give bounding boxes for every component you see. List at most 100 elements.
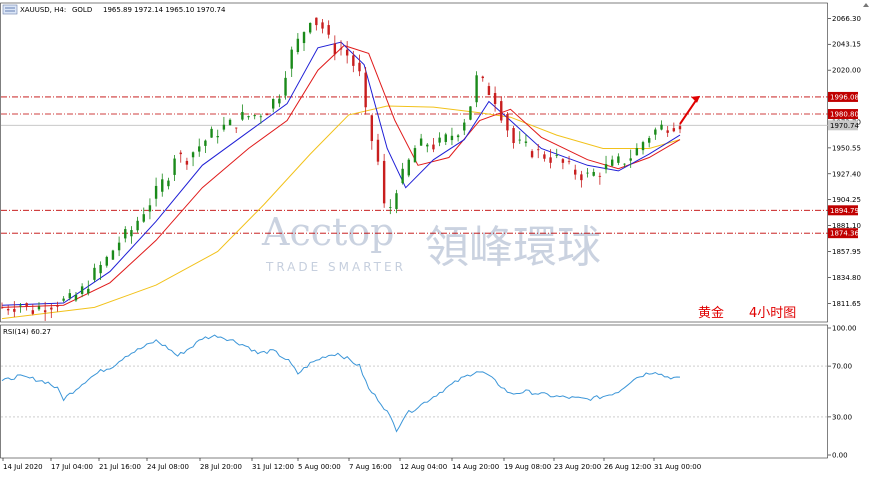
- candle-body: [432, 144, 435, 150]
- price-panel: [0, 2, 828, 323]
- candle-body: [364, 72, 367, 108]
- candle-body: [31, 310, 35, 314]
- candle-body: [68, 293, 71, 299]
- level-price-label: 1996.08: [830, 93, 859, 101]
- candle-body: [506, 114, 509, 131]
- candle-body: [308, 22, 312, 33]
- caption-period: 4小时图: [749, 306, 796, 321]
- candle-body: [401, 168, 404, 184]
- candle-body: [352, 55, 355, 66]
- candle-body: [537, 149, 540, 151]
- candle-body: [530, 151, 534, 158]
- time-tick-label: 14 Aug 20:00: [452, 463, 499, 471]
- time-tick-label: 21 Jul 16:00: [99, 463, 141, 471]
- candle-body: [678, 126, 682, 130]
- candle-body: [419, 138, 423, 146]
- candle-body: [333, 43, 337, 55]
- candle-body: [376, 139, 380, 162]
- candle-body: [6, 309, 10, 311]
- candle-body: [272, 98, 275, 109]
- chart-area: Acctop TRADE SMARTER 領峰環球 2066.30 2043.15…: [0, 2, 869, 471]
- candle-body: [198, 146, 201, 152]
- candle-body: [253, 115, 256, 117]
- candle-body: [302, 32, 306, 44]
- candle-body: [647, 138, 651, 143]
- price-tick-label: 2066.30: [832, 15, 861, 23]
- candle-body: [456, 135, 460, 138]
- time-axis: 14 Jul 2020 17 Jul 04:00 21 Jul 16:00 24 Ju…: [2, 458, 701, 471]
- candle-body: [623, 163, 626, 165]
- time-tick-label: 12 Aug 04:00: [400, 463, 447, 471]
- candle-body: [50, 307, 53, 310]
- candle-body: [672, 128, 676, 132]
- candle-body: [549, 157, 552, 163]
- candle-body: [438, 137, 441, 143]
- candle-body: [142, 214, 145, 222]
- level-price-label: 1874.36: [830, 230, 859, 238]
- candle-body: [56, 305, 59, 307]
- candle-body: [641, 142, 645, 151]
- candle-body: [339, 48, 343, 50]
- candle-body: [660, 124, 663, 130]
- candle-body: [136, 220, 139, 231]
- candle-body: [247, 116, 250, 118]
- candle-body: [358, 62, 361, 72]
- scroll-up-icon[interactable]: [863, 3, 869, 7]
- candle-body: [111, 250, 115, 260]
- candle-body: [216, 136, 219, 138]
- candle-body: [191, 152, 195, 158]
- time-tick-label: 31 Aug 00:00: [654, 463, 701, 471]
- symbol-label: XAUUSD, H4:: [20, 6, 66, 14]
- time-tick-label: 19 Aug 08:00: [504, 463, 551, 471]
- indicator-list-icon[interactable]: [2, 4, 18, 15]
- candle-body: [450, 135, 454, 141]
- candle-body: [228, 119, 232, 126]
- candle-body: [43, 310, 47, 313]
- candle-body: [487, 86, 491, 96]
- candle-body: [426, 144, 429, 147]
- candle-body: [235, 127, 238, 129]
- candle-body: [543, 154, 546, 159]
- candle-body: [105, 256, 108, 266]
- candle-body: [493, 93, 497, 104]
- rsi-tick-label: 70.00: [832, 363, 852, 371]
- symbol-name: GOLD: [72, 6, 92, 14]
- candle-body: [117, 242, 121, 251]
- candle-body: [586, 172, 589, 174]
- watermark-tagline: TRADE SMARTER: [265, 260, 406, 274]
- candle-body: [481, 76, 484, 79]
- candle-body: [173, 158, 176, 175]
- candle-body: [204, 140, 207, 146]
- rsi-panel-frame: [0, 324, 828, 459]
- price-panel-frame: [0, 2, 828, 323]
- price-tick-label: 1904.25: [832, 196, 861, 204]
- candle-body: [555, 155, 558, 156]
- time-tick-label: 24 Jul 08:00: [147, 463, 189, 471]
- rsi-axis: 100.00 70.00 30.00 0.00: [828, 325, 857, 460]
- candle-body: [284, 77, 287, 96]
- time-tick-label: 5 Aug 00:00: [298, 463, 341, 471]
- candle-body: [654, 129, 657, 135]
- candle-body: [666, 130, 669, 133]
- candle-body: [80, 286, 84, 294]
- price-tick-label: 2020.00: [832, 67, 861, 75]
- watermark-chinese: 領峰環球: [425, 222, 601, 273]
- candle-body: [19, 305, 22, 307]
- rsi-title: RSI(14) 60.27: [3, 328, 51, 336]
- candle-body: [617, 156, 620, 163]
- candle-body: [389, 207, 392, 208]
- candle-body: [469, 106, 472, 120]
- price-tick-label: 1834.80: [832, 274, 861, 282]
- candle-body: [518, 139, 521, 141]
- time-tick-label: 17 Jul 04:00: [51, 463, 93, 471]
- candle-body: [259, 116, 263, 118]
- price-tick-label: 1927.40: [832, 170, 861, 178]
- candle-body: [13, 308, 16, 312]
- candle-body: [296, 38, 300, 53]
- candle-body: [512, 128, 515, 144]
- candle-body: [370, 115, 374, 142]
- candle-body: [124, 229, 127, 239]
- candle-body: [580, 174, 583, 181]
- candle-body: [167, 180, 170, 187]
- time-tick-label: 23 Aug 20:00: [554, 463, 601, 471]
